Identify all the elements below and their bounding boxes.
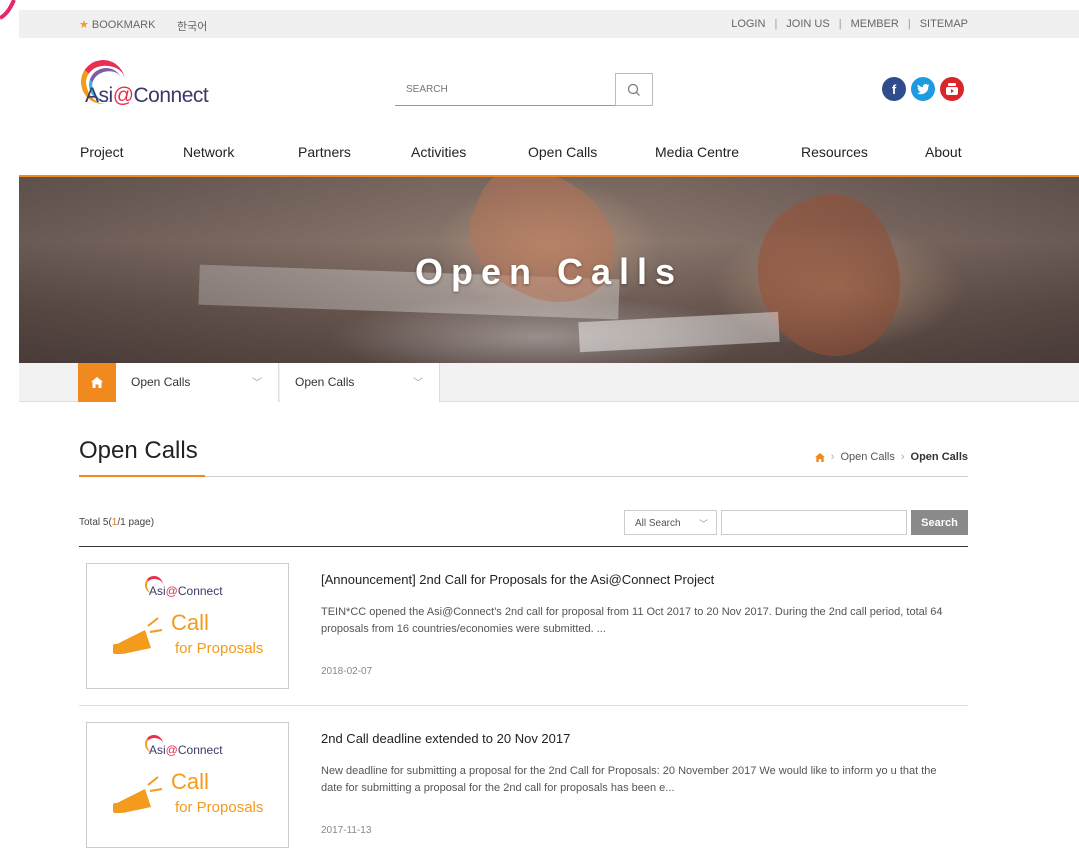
list-search-button[interactable]: Search bbox=[911, 510, 968, 535]
thumb-call-text: Call bbox=[171, 769, 209, 794]
search-button[interactable] bbox=[615, 73, 653, 106]
search-icon bbox=[627, 83, 640, 96]
thumb-logo: Asi@Connect bbox=[145, 735, 223, 757]
utility-bar: ★ BOOKMARK 한국어 LOGIN | JOIN US | MEMBER … bbox=[19, 10, 1079, 38]
bird-glyph bbox=[916, 83, 929, 94]
thumb-for-proposals-text: for Proposals bbox=[175, 640, 264, 657]
nav-activities[interactable]: Activities bbox=[411, 144, 466, 160]
post-date: 2017-11-13 bbox=[321, 825, 372, 836]
page-banner: Open Calls bbox=[19, 177, 1079, 363]
nav-partners[interactable]: Partners bbox=[298, 144, 351, 160]
list-item[interactable]: Asi@Connect Call for Proposals 2nd Call … bbox=[79, 706, 968, 861]
total-count: Total 5(1/1 page) bbox=[79, 517, 155, 528]
site-search bbox=[395, 73, 653, 106]
join-us-link[interactable]: JOIN US bbox=[786, 18, 829, 30]
post-thumbnail[interactable]: Asi@Connect Call for Proposals bbox=[86, 722, 289, 848]
divider: | bbox=[838, 18, 842, 30]
bookmark-link[interactable]: ★ BOOKMARK bbox=[79, 18, 156, 32]
sitemap-link[interactable]: SITEMAP bbox=[920, 18, 968, 30]
post-title[interactable]: [Announcement] 2nd Call for Proposals fo… bbox=[321, 572, 714, 587]
member-link[interactable]: MEMBER bbox=[851, 18, 899, 30]
search-scope-label: All Search bbox=[635, 518, 681, 529]
search-scope-select[interactable]: All Search ﹀ bbox=[624, 510, 717, 535]
home-icon bbox=[91, 377, 103, 388]
post-description: TEIN*CC opened the Asi@Connect's 2nd cal… bbox=[321, 606, 943, 635]
post-description: New deadline for submitting a proposal f… bbox=[321, 765, 937, 794]
account-links: LOGIN | JOIN US | MEMBER | SITEMAP bbox=[731, 18, 968, 30]
main-navigation: Project Network Partners Activities Open… bbox=[19, 134, 1079, 177]
keyword-input[interactable] bbox=[722, 511, 906, 534]
search-input[interactable] bbox=[395, 73, 615, 105]
breadcrumb-item[interactable]: Open Calls bbox=[840, 451, 894, 463]
bookmark-label: BOOKMARK bbox=[91, 18, 156, 31]
breadcrumb: › Open Calls › Open Calls bbox=[814, 451, 968, 463]
login-link[interactable]: LOGIN bbox=[731, 18, 765, 30]
breadcrumb-current: Open Calls bbox=[910, 451, 968, 463]
social-links: f bbox=[882, 77, 964, 101]
nav-media-centre[interactable]: Media Centre bbox=[655, 144, 739, 160]
home-icon[interactable] bbox=[814, 452, 825, 462]
nav-project[interactable]: Project bbox=[80, 144, 124, 160]
chevron-down-icon: ﹀ bbox=[252, 378, 262, 389]
nav-resources[interactable]: Resources bbox=[801, 144, 868, 160]
play-glyph bbox=[946, 83, 958, 95]
list-item[interactable]: Asi@Connect Call for Proposals [Announce… bbox=[79, 547, 968, 706]
logo-wordmark: Asi@Connect bbox=[85, 84, 209, 107]
page-dropdown[interactable]: Open Calls ﹀ bbox=[280, 363, 440, 402]
breadcrumb-separator: › bbox=[830, 451, 835, 463]
site-logo[interactable]: Asi@Connect bbox=[77, 56, 239, 114]
thumb-for-proposals-text: for Proposals bbox=[175, 799, 264, 816]
home-button[interactable] bbox=[78, 363, 116, 402]
post-thumbnail[interactable]: Asi@Connect Call for Proposals bbox=[86, 563, 289, 689]
megaphone-icon bbox=[113, 630, 151, 654]
keyword-input-wrapper bbox=[721, 510, 907, 535]
page-title: Open Calls bbox=[79, 437, 198, 464]
chevron-down-icon: ﹀ bbox=[413, 378, 423, 389]
section-dropdown-label: Open Calls bbox=[131, 375, 191, 389]
divider: | bbox=[907, 18, 911, 30]
banner-title: Open Calls bbox=[414, 251, 684, 292]
title-accent bbox=[79, 475, 205, 477]
twitter-icon[interactable] bbox=[911, 77, 935, 101]
thumb-call-text: Call bbox=[171, 610, 209, 635]
page-dropdown-label: Open Calls bbox=[295, 375, 355, 389]
megaphone-icon bbox=[113, 789, 151, 813]
post-date: 2018-02-07 bbox=[321, 666, 373, 677]
nav-network[interactable]: Network bbox=[183, 144, 234, 160]
divider: | bbox=[774, 18, 778, 30]
nav-open-calls[interactable]: Open Calls bbox=[528, 144, 597, 160]
facebook-icon[interactable]: f bbox=[882, 77, 906, 101]
star-icon: ★ bbox=[79, 19, 89, 31]
youtube-icon[interactable] bbox=[940, 77, 964, 101]
section-dropdown[interactable]: Open Calls ﹀ bbox=[116, 363, 279, 402]
corner-accent-mark bbox=[0, 0, 16, 20]
language-korean-link[interactable]: 한국어 bbox=[177, 18, 207, 34]
title-divider bbox=[79, 475, 968, 477]
nav-about[interactable]: About bbox=[925, 144, 962, 160]
sub-navigation: Open Calls ﹀ Open Calls ﹀ bbox=[19, 363, 1079, 402]
thumb-logo: Asi@Connect bbox=[145, 576, 223, 598]
chevron-down-icon: ﹀ bbox=[698, 519, 708, 529]
post-title[interactable]: 2nd Call deadline extended to 20 Nov 201… bbox=[321, 731, 570, 746]
breadcrumb-separator: › bbox=[900, 451, 905, 463]
